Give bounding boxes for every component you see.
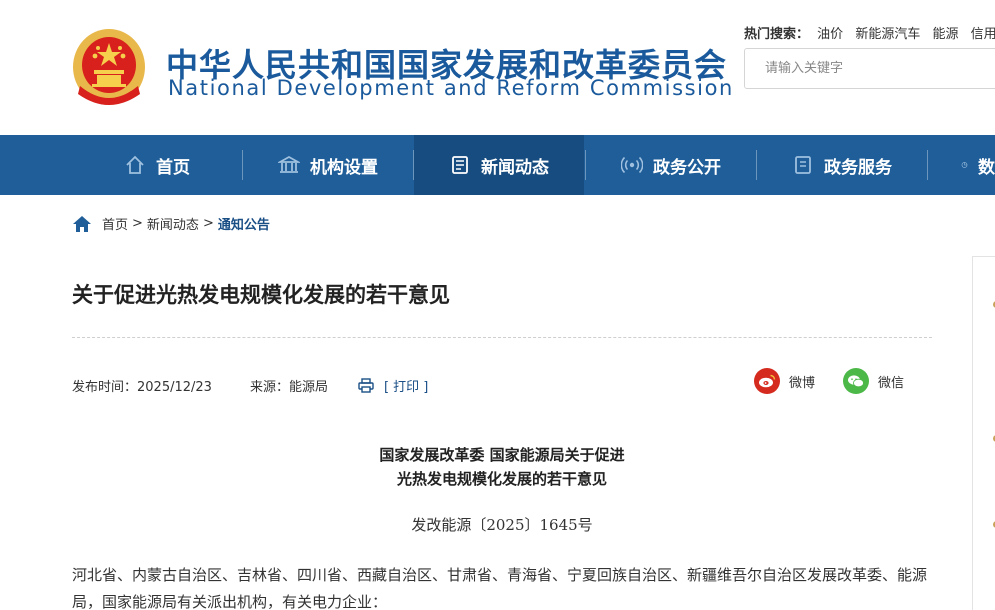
nav-item-news[interactable]: 新闻动态 [414,135,584,195]
nav-label: 新闻动态 [481,157,549,178]
share-wechat-label: 微信 [878,375,905,391]
search-input[interactable] [745,49,995,88]
hot-keyword-energy[interactable]: 能源 [932,27,958,42]
article-title: 关于促进光热发电规模化发展的若干意见 [72,283,450,307]
print-label: [ 打印 ] [383,380,429,395]
home-icon[interactable] [72,215,92,233]
nav-label: 数 [978,157,995,178]
weibo-icon [754,368,780,394]
chart-icon [961,162,968,168]
wechat-icon [843,368,869,394]
publish-date: 发布时间：2025/12/23 [72,380,212,395]
national-emblem-icon[interactable] [70,26,148,108]
hot-search: 热门搜索： 油价 新能源汽车 能源 信用信 [744,23,995,42]
nav-item-data[interactable]: 数 [928,135,995,195]
institution-icon [278,155,300,173]
title-divider [72,337,932,338]
document-number: 发改能源〔2025〕1645号 [411,516,593,534]
hot-keyword-oil-price[interactable]: 油价 [817,27,843,42]
nav-label: 政务服务 [824,157,892,178]
share-weibo[interactable]: 微博 [754,368,815,394]
article-meta: 发布时间：2025/12/23 来源：能源局 [ 打印 ] [72,376,428,395]
share-weibo-label: 微博 [789,375,816,391]
document-heading-line2: 光热发电规模化发展的若干意见 [396,470,607,488]
home-icon [126,155,144,174]
document-heading-line1: 国家发展改革委 国家能源局关于促进 [379,446,625,464]
breadcrumb-home[interactable]: 首页 [102,214,128,233]
article-source: 来源：能源局 [249,380,328,395]
document-icon [795,156,811,174]
nav-label: 机构设置 [310,157,378,178]
hot-keyword-credit[interactable]: 信用信 [971,27,995,42]
hot-keyword-nev[interactable]: 新能源汽车 [855,27,920,42]
nav-label: 首页 [156,157,190,178]
site-header: 中华人民共和国国家发展和改革委员会 National Development a… [0,0,995,135]
nav-item-institutions[interactable]: 机构设置 [243,135,413,195]
nav-item-public-affairs[interactable]: 政务公开 [586,135,756,195]
breadcrumb-separator: > [132,216,143,231]
share-wechat[interactable]: 微信 [843,368,904,394]
search-box [744,48,995,89]
nav-item-home[interactable]: 首页 [72,135,242,195]
printer-icon [358,378,374,393]
breadcrumb-current[interactable]: 通知公告 [218,214,270,233]
nav-label: 政务公开 [653,157,721,178]
article-paragraph: 河北省、内蒙古自治区、吉林省、四川省、西藏自治区、甘肃省、青海省、宁夏回族自治区… [72,566,928,610]
broadcast-icon [621,156,643,174]
nav-item-services[interactable]: 政务服务 [757,135,927,195]
breadcrumb-news[interactable]: 新闻动态 [147,214,199,233]
breadcrumb-separator: > [202,216,214,231]
main-nav: 首页 机构设置 新闻动态 政务公开 政务服务 数 [0,135,995,195]
right-sidebar [972,256,995,610]
breadcrumb: 首页 > 新闻动态 > 通知公告 [72,214,270,233]
hot-search-label: 热门搜索： [744,27,810,42]
news-icon [452,156,468,174]
site-title-en[interactable]: National Development and Reform Commissi… [168,76,734,100]
print-button[interactable]: [ 打印 ] [358,376,428,395]
